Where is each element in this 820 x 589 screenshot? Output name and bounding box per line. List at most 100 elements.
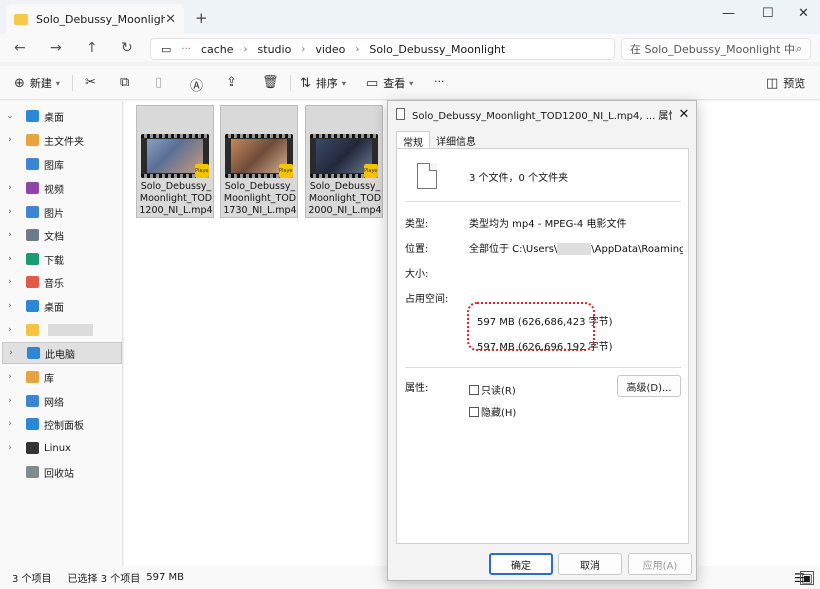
sidebar-item-label: 此电脑 — [45, 349, 75, 361]
apply-button[interactable]: 应用(A) — [628, 553, 692, 575]
sidebar-item[interactable]: › 下载 — [2, 248, 122, 270]
tiles-view-icon[interactable]: ▣ — [800, 570, 814, 585]
folder-icon — [26, 253, 39, 265]
properties-dialog: Solo_Debussy_Moonlight_TOD1200_NI_L.mp4,… — [387, 100, 697, 581]
breadcrumb-video[interactable]: video — [315, 43, 345, 56]
divider — [405, 367, 681, 368]
sidebar-item[interactable]: › 控制面板 — [2, 413, 122, 435]
chevron-icon[interactable]: › — [2, 230, 18, 240]
navigation-pane: ⌄ 桌面 › 主文件夹 图库 › 视频 › 图片 › 文档 › 下载 › 音乐 › 桌面 › › 此电脑 › 库 › 网络 › 控… — [0, 101, 123, 566]
search-icon: ⌕ — [795, 42, 802, 55]
preview-pane-icon: ◫ — [766, 75, 779, 91]
sidebar-item[interactable]: › 库 — [2, 366, 122, 388]
rename-icon: Ⓐ — [190, 79, 204, 94]
chevron-right-icon: › — [355, 43, 360, 55]
cancel-button[interactable]: 取消 — [558, 553, 622, 575]
more-breadcrumb-button[interactable]: ··· — [181, 44, 191, 55]
chevron-icon[interactable]: › — [2, 301, 18, 311]
view-button[interactable]: ▭ 查看 ▾ — [366, 75, 413, 91]
close-window-button[interactable]: ✕ — [798, 6, 809, 21]
sidebar-item[interactable]: › 音乐 — [2, 271, 122, 293]
file-item[interactable]: Player Solo_Debussy_Moonlight_TOD2000_NI_… — [305, 105, 383, 218]
paste-button[interactable]: ▯ — [155, 75, 167, 90]
chevron-icon[interactable]: › — [2, 277, 18, 287]
chevron-icon[interactable]: › — [2, 419, 18, 429]
folder-tab[interactable]: Solo_Debussy_Moonlight ✕ — [6, 4, 184, 34]
player-badge-icon: Player — [195, 164, 209, 178]
sidebar-item[interactable]: › Linux — [2, 437, 122, 459]
preview-button[interactable]: ◫ 预览 — [766, 75, 805, 91]
hidden-checkbox[interactable]: 隐藏(H) — [469, 404, 516, 419]
up-button[interactable]: ↑ — [86, 40, 98, 56]
folder-icon — [26, 158, 39, 170]
chevron-icon[interactable]: › — [2, 443, 18, 453]
document-icon — [396, 108, 405, 120]
chevron-icon[interactable]: › — [3, 348, 19, 358]
copy-icon: ⧉ — [120, 75, 130, 90]
readonly-checkbox[interactable]: 只读(R) — [469, 382, 516, 397]
sidebar-item[interactable]: › 此电脑 — [2, 342, 122, 364]
preview-button-label: 预览 — [783, 77, 806, 90]
chevron-icon[interactable]: › — [2, 135, 18, 145]
breadcrumb[interactable]: ▭ ··· cache › studio › video › Solo_Debu… — [150, 38, 615, 60]
video-thumbnail: Player — [225, 134, 293, 178]
sidebar-item[interactable]: 回收站 — [2, 461, 122, 483]
refresh-button[interactable]: ↻ — [121, 40, 133, 56]
chevron-down-icon: ▾ — [341, 78, 346, 88]
minimize-button[interactable]: — — [722, 6, 735, 21]
chevron-icon[interactable]: ⌄ — [2, 111, 18, 121]
sidebar-item-label: 控制面板 — [44, 420, 84, 432]
film-strip — [310, 134, 378, 138]
tab-close-icon[interactable]: ✕ — [165, 12, 176, 27]
folder-icon — [26, 229, 39, 241]
paste-icon: ▯ — [155, 75, 163, 90]
sidebar-item[interactable]: › 文档 — [2, 224, 122, 246]
player-badge-icon: Player — [364, 164, 378, 178]
attributes-label: 属性: — [405, 383, 429, 394]
sidebar-item[interactable]: 图库 — [2, 153, 122, 175]
breadcrumb-folder[interactable]: Solo_Debussy_Moonlight — [369, 43, 505, 56]
ok-button[interactable]: 确定 — [489, 553, 553, 575]
tab-general[interactable]: 常规 — [396, 131, 430, 149]
copy-button[interactable]: ⧉ — [120, 75, 134, 90]
divider — [405, 201, 681, 202]
cut-button[interactable]: ✂ — [85, 75, 101, 90]
sort-icon: ⇅ — [300, 75, 311, 91]
sidebar-item[interactable]: ⌄ 桌面 — [2, 105, 122, 127]
command-bar: ⊕ 新建 ▾ ✂ ⧉ ▯ Ⓐ ⇪ 🗑 ⇅ 排序 ▾ ▭ 查看 ▾ ··· ◫ 预… — [0, 66, 820, 100]
file-item[interactable]: Player Solo_Debussy_Moonlight_TOD1730_NI_… — [220, 105, 298, 218]
sidebar-item[interactable]: › 桌面 — [2, 295, 122, 317]
more-options-button[interactable]: ··· — [434, 75, 445, 88]
delete-button[interactable]: 🗑 — [262, 75, 284, 90]
maximize-button[interactable]: ☐ — [762, 6, 774, 21]
back-button[interactable]: ← — [14, 40, 26, 56]
chevron-icon[interactable]: › — [2, 183, 18, 193]
player-badge-icon: Player — [279, 164, 293, 178]
sidebar-item-label: 视频 — [44, 184, 64, 196]
chevron-icon[interactable]: › — [2, 372, 18, 382]
sidebar-item[interactable]: › 网络 — [2, 390, 122, 412]
hidden-label: 隐藏(H) — [481, 408, 517, 419]
breadcrumb-cache[interactable]: cache — [201, 43, 234, 56]
sidebar-item-label: 网络 — [44, 397, 64, 409]
new-tab-button[interactable]: + — [195, 9, 208, 27]
chevron-icon[interactable]: › — [2, 396, 18, 406]
sort-button[interactable]: ⇅ 排序 ▾ — [300, 75, 346, 91]
forward-button[interactable]: → — [50, 40, 62, 56]
breadcrumb-studio[interactable]: studio — [258, 43, 292, 56]
advanced-button[interactable]: 高级(D)... — [617, 375, 681, 397]
chevron-icon[interactable]: › — [2, 254, 18, 264]
sidebar-item[interactable]: › — [2, 319, 122, 341]
search-input[interactable]: 在 Solo_Debussy_Moonlight 中搜索 ⌕ — [621, 38, 811, 60]
chevron-icon[interactable]: › — [2, 325, 18, 335]
file-item[interactable]: Player Solo_Debussy_Moonlight_TOD1200_NI_… — [136, 105, 214, 218]
sidebar-item[interactable]: › 视频 — [2, 177, 122, 199]
rename-button[interactable]: Ⓐ — [190, 75, 208, 94]
share-button[interactable]: ⇪ — [226, 75, 242, 90]
new-button[interactable]: ⊕ 新建 ▾ — [14, 75, 60, 91]
sidebar-item[interactable]: › 主文件夹 — [2, 129, 122, 151]
sidebar-item[interactable]: › 图片 — [2, 201, 122, 223]
tab-details[interactable]: 详细信息 — [430, 131, 482, 149]
chevron-icon[interactable]: › — [2, 207, 18, 217]
close-icon[interactable]: ✕ — [672, 107, 696, 122]
